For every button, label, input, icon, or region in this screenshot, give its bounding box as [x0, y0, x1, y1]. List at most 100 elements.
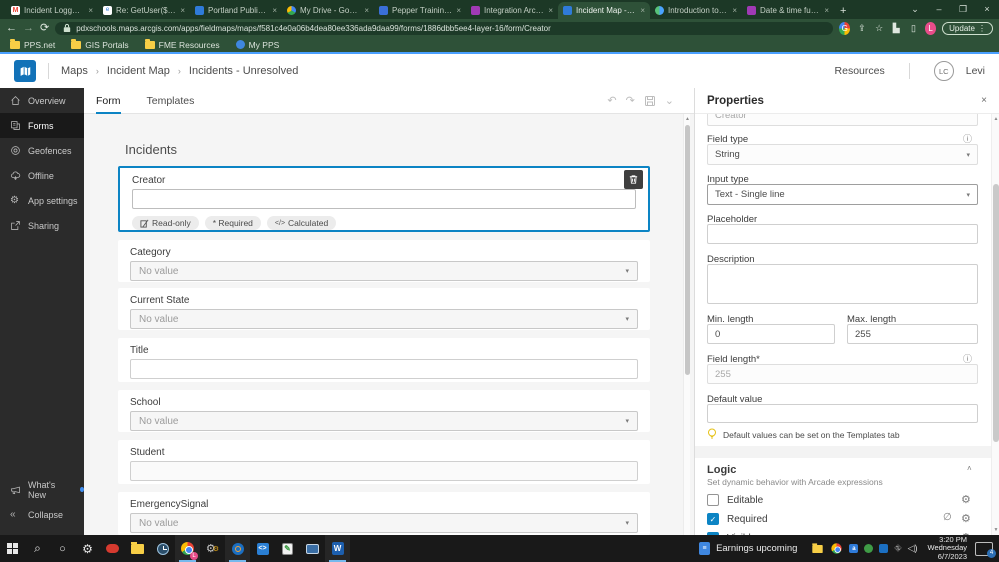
- chrome-app-button[interactable]: L: [175, 535, 200, 562]
- bookmark-item[interactable]: GIS Portals: [71, 38, 129, 50]
- sidebar-item-sharing[interactable]: Sharing: [0, 213, 84, 238]
- remote-desktop-app-button[interactable]: [300, 535, 325, 562]
- sidebar-item-app-settings[interactable]: ⚙ App settings: [0, 188, 84, 213]
- taskbar-clock[interactable]: 3:20 PM Wednesday 6/7/2023: [928, 535, 967, 562]
- category-select[interactable]: No value ▾: [130, 261, 638, 281]
- tab-form[interactable]: Form: [96, 88, 121, 114]
- browser-tab-active[interactable]: Incident Map - Incide×: [558, 2, 650, 19]
- taskbar-search-button[interactable]: ⌕: [25, 535, 50, 562]
- new-tab-button[interactable]: +: [840, 5, 846, 17]
- fme-app-button[interactable]: ⚙ ⚙: [200, 535, 225, 562]
- undo-icon[interactable]: ↶: [607, 94, 616, 107]
- chrome-tray-icon[interactable]: [831, 543, 843, 554]
- description-textarea[interactable]: [707, 264, 978, 304]
- extensions-puzzle-icon[interactable]: ▙: [891, 22, 902, 35]
- google-translate-icon[interactable]: G: [839, 21, 851, 35]
- close-icon[interactable]: ×: [456, 6, 461, 15]
- cortana-button[interactable]: ○: [50, 535, 75, 562]
- speaker-icon[interactable]: ◁): [908, 543, 918, 554]
- close-icon[interactable]: ×: [272, 6, 277, 15]
- user-avatar[interactable]: LC: [933, 61, 954, 81]
- browser-tab[interactable]: Integration ArcGIS Fie×: [466, 2, 558, 19]
- collapse-button[interactable]: « Collapse: [0, 502, 84, 527]
- required-checkbox[interactable]: ✓: [707, 513, 719, 525]
- save-icon[interactable]: [644, 95, 656, 107]
- address-bar[interactable]: pdxschools.maps.arcgis.com/apps/fieldmap…: [55, 21, 834, 35]
- browser-tab[interactable]: Introduction to Schoo×: [650, 2, 742, 19]
- side-panel-icon[interactable]: ▯: [908, 22, 919, 35]
- shield-icon[interactable]: [864, 544, 874, 553]
- form-scrollbar[interactable]: ▲: [683, 114, 690, 535]
- field-card-emergency-signal[interactable]: EmergencySignal No value ▾: [118, 492, 650, 535]
- close-icon[interactable]: ×: [180, 6, 185, 15]
- resources-link[interactable]: Resources: [835, 65, 885, 77]
- bookmark-item[interactable]: FME Resources: [144, 38, 220, 50]
- browser-tab[interactable]: eRe: GetUser($layer).us×: [98, 2, 190, 19]
- sidebar-item-forms[interactable]: Forms: [0, 113, 84, 138]
- news-ticker[interactable]: ≡ Earnings upcoming: [699, 542, 797, 555]
- field-card-category[interactable]: Category No value ▾: [118, 240, 650, 282]
- creator-text-input[interactable]: [132, 189, 636, 209]
- browser-tab[interactable]: Pepper Training - Cust×: [374, 2, 466, 19]
- profile-avatar[interactable]: L: [925, 21, 937, 35]
- collapse-section-icon[interactable]: ˄: [967, 464, 972, 473]
- tab-templates[interactable]: Templates: [147, 88, 195, 114]
- user-name[interactable]: Levi: [966, 65, 985, 77]
- reload-icon[interactable]: ⟳: [40, 19, 49, 37]
- back-icon[interactable]: ←: [6, 19, 17, 37]
- start-button[interactable]: [0, 535, 25, 562]
- close-icon[interactable]: ×: [548, 6, 553, 15]
- student-text-input[interactable]: [130, 461, 638, 481]
- close-icon[interactable]: ×: [824, 6, 829, 15]
- field-card-creator[interactable]: Creator Read-only * Required </> Calcula…: [118, 166, 650, 232]
- field-card-student[interactable]: Student: [118, 440, 650, 484]
- current-state-select[interactable]: No value ▾: [130, 309, 638, 329]
- settings-app-button[interactable]: ⚙: [75, 535, 100, 562]
- clear-expression-icon[interactable]: ∅: [943, 512, 952, 523]
- delete-field-button[interactable]: [624, 170, 643, 189]
- breadcrumb-maps[interactable]: Maps: [61, 65, 88, 77]
- whats-new-button[interactable]: What's New: [0, 477, 84, 502]
- folder-icon[interactable]: [812, 542, 824, 553]
- max-length-input[interactable]: 255: [847, 324, 978, 344]
- close-icon[interactable]: ×: [640, 6, 645, 15]
- forward-icon[interactable]: →: [23, 19, 34, 37]
- word-app-button[interactable]: W: [325, 535, 350, 562]
- field-card-current-state[interactable]: Current State No value ▾: [118, 288, 650, 330]
- browser-tab[interactable]: MIncident Logged at W×: [6, 2, 98, 19]
- tab-search-icon[interactable]: ⌄: [903, 0, 927, 19]
- emergency-signal-select[interactable]: No value ▾: [130, 513, 638, 533]
- required-expression-gear-icon[interactable]: ⚙: [961, 512, 971, 525]
- vscode-app-button[interactable]: <>: [250, 535, 275, 562]
- browser-tab[interactable]: My Drive - Google Dri×: [282, 2, 374, 19]
- close-icon[interactable]: ×: [364, 6, 369, 15]
- bookmark-star-icon[interactable]: ☆: [874, 22, 885, 35]
- redo-icon[interactable]: ↷: [626, 94, 635, 107]
- properties-scrollbar[interactable]: ▲ ▼: [991, 114, 999, 535]
- placeholder-input[interactable]: [707, 224, 978, 244]
- browser-tab[interactable]: Date & time functions×: [742, 2, 834, 19]
- blue-tray-icon[interactable]: a: [849, 544, 859, 553]
- save-menu-chevron-icon[interactable]: ⌄: [665, 94, 674, 107]
- scroll-down-icon[interactable]: ▼: [992, 527, 999, 533]
- browser-tab[interactable]: Portland Public Schoo×: [190, 2, 282, 19]
- sidebar-item-geofences[interactable]: Geofences: [0, 138, 84, 163]
- close-icon[interactable]: ×: [88, 6, 93, 15]
- scroll-up-icon[interactable]: ▲: [992, 116, 999, 122]
- bookmark-item[interactable]: My PPS: [235, 40, 279, 50]
- breadcrumb-map-name[interactable]: Incident Map: [107, 65, 170, 77]
- input-type-select[interactable]: Text - Single line ▾: [707, 184, 978, 205]
- field-card-school[interactable]: School No value ▾: [118, 390, 650, 432]
- sidebar-item-overview[interactable]: Overview: [0, 88, 84, 113]
- teamviewer-app-button[interactable]: [100, 535, 125, 562]
- share-icon[interactable]: ⇪: [856, 22, 867, 35]
- scrollbar-thumb[interactable]: [993, 184, 999, 442]
- sidebar-item-offline[interactable]: Offline: [0, 163, 84, 188]
- school-select[interactable]: No value ▾: [130, 411, 638, 431]
- close-window-button[interactable]: ×: [975, 0, 999, 19]
- editable-checkbox[interactable]: [707, 494, 719, 506]
- clock-app-button[interactable]: [150, 535, 175, 562]
- title-text-input[interactable]: [130, 359, 638, 379]
- notification-center-button[interactable]: 4: [975, 541, 996, 558]
- editable-expression-gear-icon[interactable]: ⚙: [961, 493, 971, 506]
